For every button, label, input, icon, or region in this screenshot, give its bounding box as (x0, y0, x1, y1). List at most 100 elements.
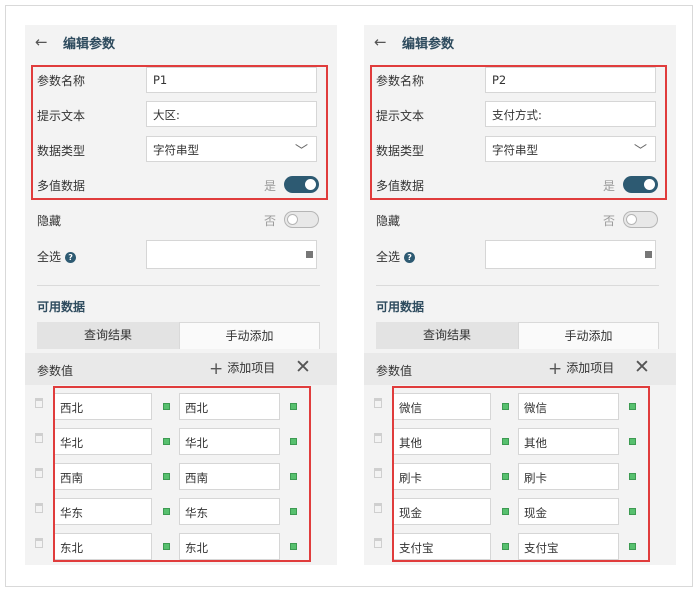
prompt-text-input[interactable]: 支付方式: (485, 101, 656, 127)
value-input[interactable]: 支付宝 (393, 533, 491, 560)
list-item: 西南 西南 (25, 459, 337, 494)
display-status-indicator (290, 473, 297, 480)
tab-query-results[interactable]: 查询结果 (376, 322, 518, 349)
multi-value-state-text: 是 (603, 179, 616, 193)
value-input[interactable]: 西北 (54, 393, 152, 420)
hidden-label: 隐藏 (37, 214, 62, 228)
display-status-indicator (290, 508, 297, 515)
param-name-label: 参数名称 (37, 74, 86, 88)
select-all-input[interactable] (146, 240, 317, 269)
display-input[interactable]: 华东 (179, 498, 280, 525)
toggle-knob (626, 214, 637, 225)
select-all-input[interactable] (485, 240, 656, 269)
trash-icon[interactable] (374, 503, 382, 513)
add-item-button[interactable]: + 添加项目 (548, 359, 614, 379)
trash-icon[interactable] (374, 398, 382, 408)
value-status-indicator (502, 438, 509, 445)
value-input[interactable]: 微信 (393, 393, 491, 420)
param-name-input[interactable]: P1 (146, 67, 317, 93)
display-input[interactable]: 刷卡 (518, 463, 619, 490)
value-input[interactable]: 其他 (393, 428, 491, 455)
param-values-header: 参数值 + 添加项目 ✕ (364, 353, 676, 385)
available-data-title: 可用数据 (37, 300, 86, 314)
list-item: 微信 微信 (364, 389, 676, 424)
value-input[interactable]: 华东 (54, 498, 152, 525)
data-type-select[interactable]: 字符串型 ﹀ (146, 136, 317, 162)
hidden-label: 隐藏 (376, 214, 401, 228)
plus-icon: + (209, 359, 224, 379)
data-type-label: 数据类型 (376, 144, 425, 158)
display-input[interactable]: 其他 (518, 428, 619, 455)
edit-parameter-panel-1: ← 编辑参数 参数名称 P1 提示文本 大区: 数据类型 字符串型 ﹀ 多值数据… (25, 25, 337, 565)
select-all-checkbox[interactable] (306, 251, 313, 258)
value-status-indicator (163, 543, 170, 550)
list-item: 东北 东北 (25, 529, 337, 564)
display-input[interactable]: 西南 (179, 463, 280, 490)
help-icon[interactable]: ? (65, 252, 77, 263)
list-item: 华东 华东 (25, 494, 337, 529)
close-icon[interactable]: ✕ (634, 356, 650, 378)
multi-value-label: 多值数据 (376, 179, 425, 193)
hidden-toggle[interactable] (623, 211, 658, 228)
param-values-label: 参数值 (376, 364, 413, 378)
add-item-button[interactable]: + 添加项目 (209, 359, 275, 379)
tab-query-results[interactable]: 查询结果 (37, 322, 179, 349)
display-input[interactable]: 微信 (518, 393, 619, 420)
back-arrow-icon[interactable]: ← (35, 33, 48, 51)
param-values-header: 参数值 + 添加项目 ✕ (25, 353, 337, 385)
tab-manual-add[interactable]: 手动添加 (179, 322, 320, 349)
data-type-label: 数据类型 (37, 144, 86, 158)
select-all-row: 全选? (376, 248, 416, 265)
display-status-indicator (629, 438, 636, 445)
available-data-title: 可用数据 (376, 300, 425, 314)
display-input[interactable]: 现金 (518, 498, 619, 525)
select-all-checkbox[interactable] (645, 251, 652, 258)
panel-title: 编辑参数 (402, 37, 455, 52)
prompt-text-label: 提示文本 (376, 109, 425, 123)
trash-icon[interactable] (35, 503, 43, 513)
multi-value-toggle[interactable] (623, 176, 658, 193)
list-item: 西北 西北 (25, 389, 337, 424)
value-input[interactable]: 东北 (54, 533, 152, 560)
trash-icon[interactable] (374, 433, 382, 443)
list-item: 支付宝 支付宝 (364, 529, 676, 564)
trash-icon[interactable] (35, 468, 43, 478)
value-input[interactable]: 华北 (54, 428, 152, 455)
value-status-indicator (163, 508, 170, 515)
data-type-select[interactable]: 字符串型 ﹀ (485, 136, 656, 162)
value-status-indicator (163, 403, 170, 410)
select-all-label: 全选 (37, 250, 62, 264)
display-input[interactable]: 华北 (179, 428, 280, 455)
chevron-down-icon: ﹀ (294, 144, 308, 159)
prompt-text-input[interactable]: 大区: (146, 101, 317, 127)
hidden-toggle[interactable] (284, 211, 319, 228)
display-input[interactable]: 西北 (179, 393, 280, 420)
back-arrow-icon[interactable]: ← (374, 33, 387, 51)
list-item: 华北 华北 (25, 424, 337, 459)
trash-icon[interactable] (35, 433, 43, 443)
multi-value-label: 多值数据 (37, 179, 86, 193)
display-status-indicator (290, 543, 297, 550)
value-input[interactable]: 现金 (393, 498, 491, 525)
help-icon[interactable]: ? (404, 252, 416, 263)
trash-icon[interactable] (374, 538, 382, 548)
value-status-indicator (502, 508, 509, 515)
value-status-indicator (502, 543, 509, 550)
display-input[interactable]: 支付宝 (518, 533, 619, 560)
param-name-label: 参数名称 (376, 74, 425, 88)
edit-parameter-panel-2: ← 编辑参数 参数名称 P2 提示文本 支付方式: 数据类型 字符串型 ﹀ 多值… (364, 25, 676, 565)
tab-manual-add[interactable]: 手动添加 (518, 322, 659, 349)
display-input[interactable]: 东北 (179, 533, 280, 560)
value-input[interactable]: 西南 (54, 463, 152, 490)
plus-icon: + (548, 359, 563, 379)
multi-value-toggle[interactable] (284, 176, 319, 193)
trash-icon[interactable] (35, 398, 43, 408)
param-name-input[interactable]: P2 (485, 67, 656, 93)
toggle-knob (305, 179, 316, 190)
close-icon[interactable]: ✕ (295, 356, 311, 378)
divider (376, 285, 659, 286)
list-item: 其他 其他 (364, 424, 676, 459)
trash-icon[interactable] (35, 538, 43, 548)
trash-icon[interactable] (374, 468, 382, 478)
value-input[interactable]: 刷卡 (393, 463, 491, 490)
